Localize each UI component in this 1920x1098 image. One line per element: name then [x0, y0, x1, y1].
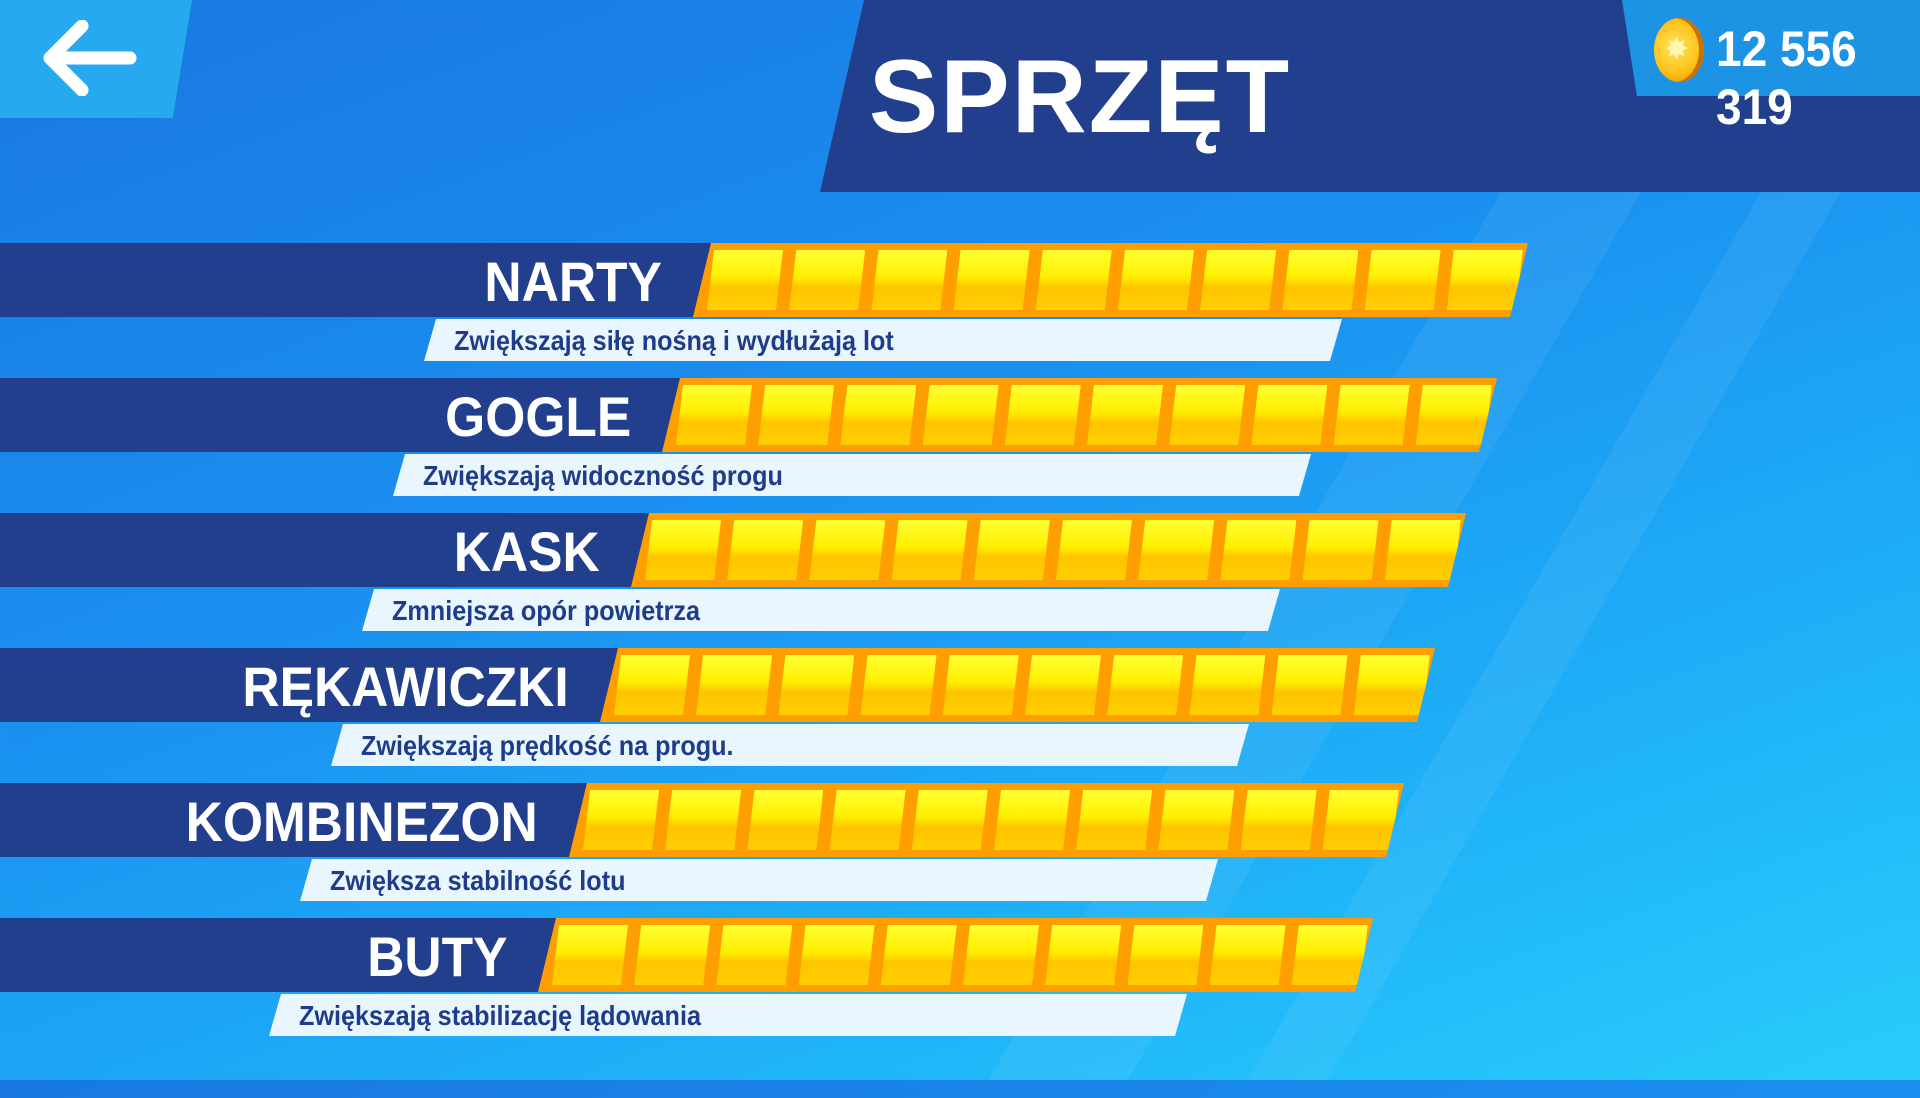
- upgrade-level-bar[interactable]: [569, 783, 1404, 857]
- equipment-name: BUTY: [366, 925, 507, 988]
- level-segment: [954, 250, 1030, 310]
- equipment-name: RĘKAWICZKI: [242, 655, 569, 718]
- level-segment: [1189, 655, 1265, 715]
- level-segment: [614, 655, 690, 715]
- level-segment: [799, 925, 875, 985]
- level-segment: [727, 520, 803, 580]
- level-segment: [892, 520, 968, 580]
- level-segment: [707, 250, 783, 310]
- level-segment: [1272, 655, 1348, 715]
- level-segment: [1365, 250, 1441, 310]
- upgrade-level-bar[interactable]: [631, 513, 1466, 587]
- page-title: SPRZĘT: [868, 39, 1292, 155]
- level-segment: [1354, 655, 1430, 715]
- level-segment: [1303, 520, 1379, 580]
- level-segment: [1036, 250, 1112, 310]
- level-segment: [974, 520, 1050, 580]
- level-segment: [583, 790, 659, 850]
- arrow-left-icon: [43, 20, 137, 96]
- level-segment: [696, 655, 772, 715]
- equipment-name: KOMBINEZON: [185, 790, 538, 853]
- equipment-name: KASK: [454, 520, 600, 583]
- equipment-description: Zwiększają siłę nośną i wydłużają lot: [454, 325, 894, 356]
- level-segment: [1045, 925, 1121, 985]
- level-segment: [1385, 520, 1461, 580]
- level-segment: [1138, 520, 1214, 580]
- level-segment: [634, 925, 710, 985]
- level-segment: [1251, 385, 1327, 445]
- equipment-description-bar: Zwiększają prędkość na progu.: [331, 724, 1249, 766]
- level-segment: [676, 385, 752, 445]
- equipment-description-bar: Zwiększa stabilność lotu: [300, 859, 1218, 901]
- level-segment: [1025, 655, 1101, 715]
- level-segment: [912, 790, 988, 850]
- level-segment: [830, 790, 906, 850]
- equipment-name: NARTY: [484, 250, 662, 313]
- level-segment: [1076, 790, 1152, 850]
- level-segment: [881, 925, 957, 985]
- equipment-name: GOGLE: [444, 385, 631, 448]
- level-segment: [1200, 250, 1276, 310]
- level-segment: [923, 385, 999, 445]
- coin-emblem-icon: ✸: [1664, 33, 1690, 66]
- level-segment: [778, 655, 854, 715]
- level-segment: [943, 655, 1019, 715]
- level-segment: [1447, 250, 1523, 310]
- level-segment: [789, 250, 865, 310]
- equipment-description-bar: Zwiększają stabilizację lądowania: [269, 994, 1187, 1036]
- upgrade-level-bar[interactable]: [662, 378, 1497, 452]
- level-segment: [1127, 925, 1203, 985]
- level-segment: [747, 790, 823, 850]
- level-segment: [1210, 925, 1286, 985]
- level-segment: [1282, 250, 1358, 310]
- level-segment: [716, 925, 792, 985]
- back-button[interactable]: [0, 0, 192, 118]
- equipment-description-bar: Zwiększają widoczność progu: [393, 454, 1311, 496]
- level-segment: [552, 925, 628, 985]
- equipment-description: Zwiększają widoczność progu: [423, 460, 783, 491]
- level-segment: [1292, 925, 1368, 985]
- level-segment: [840, 385, 916, 445]
- level-segment: [1158, 790, 1234, 850]
- level-segment: [1107, 655, 1183, 715]
- level-segment: [665, 790, 741, 850]
- equipment-description-bar: Zwiększają siłę nośną i wydłużają lot: [424, 319, 1342, 361]
- level-segment: [758, 385, 834, 445]
- equipment-description: Zwiększają prędkość na progu.: [361, 730, 734, 761]
- equipment-description-bar: Zmniejsza opór powietrza: [362, 589, 1280, 631]
- level-segment: [1416, 385, 1492, 445]
- level-segment: [963, 925, 1039, 985]
- level-segment: [1118, 250, 1194, 310]
- level-segment: [1334, 385, 1410, 445]
- level-segment: [1241, 790, 1317, 850]
- level-segment: [1087, 385, 1163, 445]
- equipment-row: BUTY Zwiększają stabilizację lądowania: [0, 918, 1920, 1098]
- level-segment: [871, 250, 947, 310]
- level-segment: [1005, 385, 1081, 445]
- level-segment: [1056, 520, 1132, 580]
- upgrade-level-bar[interactable]: [538, 918, 1373, 992]
- level-segment: [645, 520, 721, 580]
- level-segment: [861, 655, 937, 715]
- upgrade-level-bar[interactable]: [600, 648, 1435, 722]
- level-segment: [809, 520, 885, 580]
- coin-balance: 12 556 319: [1716, 21, 1857, 135]
- level-segment: [1220, 520, 1296, 580]
- level-segment: [1323, 790, 1399, 850]
- level-segment: [1169, 385, 1245, 445]
- upgrade-level-bar[interactable]: [693, 243, 1528, 317]
- equipment-description: Zmniejsza opór powietrza: [392, 595, 701, 626]
- equipment-description: Zwiększa stabilność lotu: [330, 865, 626, 896]
- equipment-description: Zwiększają stabilizację lądowania: [299, 1000, 701, 1031]
- level-segment: [994, 790, 1070, 850]
